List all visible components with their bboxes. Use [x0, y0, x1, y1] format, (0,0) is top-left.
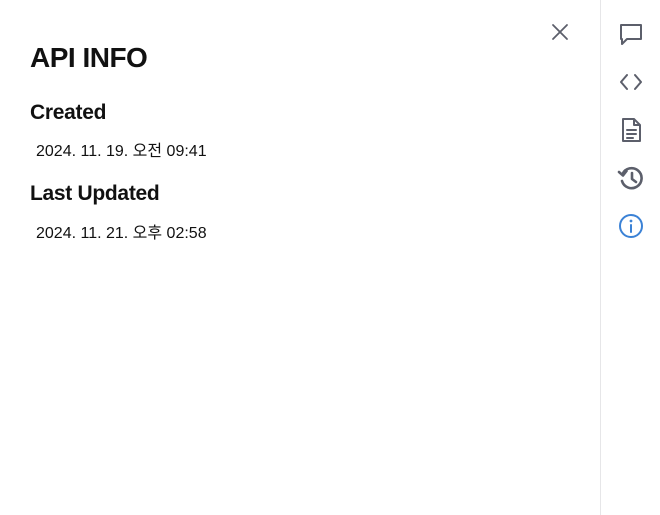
app-root: API INFO Created 2024. 11. 19. 오전 09:41 … [0, 0, 660, 515]
comments-button[interactable] [613, 16, 649, 52]
comment-icon [620, 24, 642, 45]
panel-title: API INFO [30, 42, 148, 73]
last-updated-value: 2024. 11. 21. 오후 02:58 [36, 225, 207, 242]
document-button[interactable] [613, 112, 649, 148]
info-button[interactable] [613, 208, 649, 244]
history-icon [617, 166, 643, 190]
created-value: 2024. 11. 19. 오전 09:41 [36, 143, 207, 160]
api-info-panel: API INFO Created 2024. 11. 19. 오전 09:41 … [0, 0, 600, 515]
history-button[interactable] [613, 160, 649, 196]
close-icon [552, 24, 568, 40]
document-icon [622, 118, 641, 142]
last-updated-heading: Last Updated [30, 182, 160, 205]
side-rail [600, 0, 660, 515]
code-button[interactable] [613, 64, 649, 100]
code-icon [620, 74, 642, 90]
created-heading: Created [30, 101, 107, 124]
info-icon [619, 214, 643, 238]
close-button[interactable] [546, 18, 574, 46]
